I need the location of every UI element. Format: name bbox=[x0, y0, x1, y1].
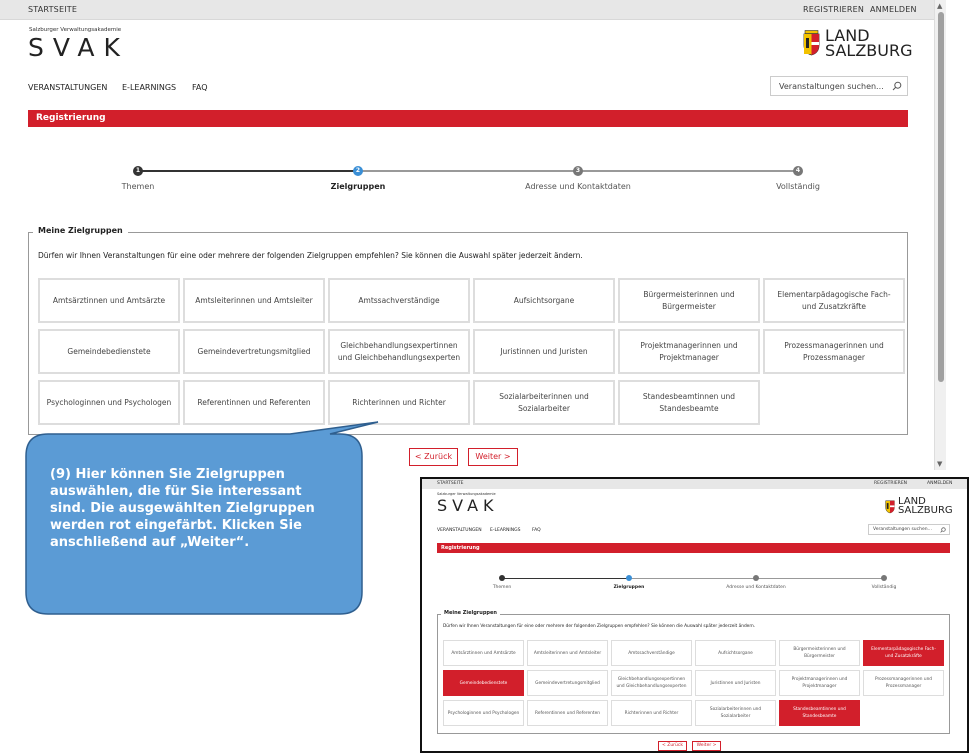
zielgruppe-option[interactable]: Juristinnen und Juristen bbox=[473, 329, 615, 374]
back-button[interactable]: < Zurück bbox=[409, 448, 458, 466]
zielgruppe-option[interactable]: Richterinnen und Richter bbox=[328, 380, 470, 425]
zielgruppe-option[interactable]: Gemeindebedienstete bbox=[38, 329, 180, 374]
inset-zielgruppe-option: Amtsleiterinnen und Amtsleiter bbox=[527, 640, 608, 666]
zielgruppe-option[interactable]: Amtsärztinnen und Amtsärzte bbox=[38, 278, 180, 323]
scroll-down-icon[interactable]: ▼ bbox=[937, 460, 942, 468]
inset-back-button: < Zurück bbox=[658, 741, 687, 751]
inset-zielgruppe-option: Gemeindebedienstete bbox=[443, 670, 524, 696]
search-icon[interactable] bbox=[892, 81, 902, 91]
inset-svak-logo: SVAK bbox=[437, 496, 499, 515]
inset-zielgruppe-option: Standesbeamtinnen und Standesbeamte bbox=[779, 700, 860, 726]
inset-zielgruppe-option: Gemeindevertretungsmitglied bbox=[527, 670, 608, 696]
scroll-up-icon[interactable]: ▲ bbox=[937, 2, 942, 10]
zielgruppe-option[interactable]: Amtssachverständige bbox=[328, 278, 470, 323]
register-link[interactable]: REGISTRIEREN bbox=[803, 5, 864, 14]
zielgruppe-option[interactable]: Referentinnen und Referenten bbox=[183, 380, 325, 425]
inset-zielgruppe-option: Psychologinnen und Psychologen bbox=[443, 700, 524, 726]
inset-step-1-dot bbox=[499, 575, 505, 581]
section-header: Registrierung bbox=[28, 110, 908, 127]
step-1-label: Themen bbox=[121, 182, 155, 191]
step-4-label: Vollständig bbox=[776, 182, 820, 191]
zielgruppe-option[interactable]: Prozessmanagerinnen und Prozessmanager bbox=[763, 329, 905, 374]
inset-crest-icon bbox=[885, 500, 895, 514]
inset-zielgruppe-option: Juristinnen und Juristen bbox=[695, 670, 776, 696]
inset-zielgruppe-option: Prozessmanagerinnen und Prozessmanager bbox=[863, 670, 944, 696]
search-placeholder: Veranstaltungen suchen... bbox=[779, 82, 884, 91]
nav-faq[interactable]: FAQ bbox=[192, 83, 208, 92]
zielgruppe-option[interactable]: Bürgermeisterinnen und Bürgermeister bbox=[618, 278, 760, 323]
inset-step-2-dot bbox=[626, 575, 632, 581]
section-title: Registrierung bbox=[36, 113, 106, 123]
zielgruppe-option[interactable]: Projektmanagerinnen und Projektmanager bbox=[618, 329, 760, 374]
inset-zielgruppe-option: Sozialarbeiterinnen und Sozialarbeiter bbox=[695, 700, 776, 726]
svak-logo[interactable]: SVAK bbox=[28, 33, 129, 62]
inset-step-4-dot bbox=[881, 575, 887, 581]
startseite-link[interactable]: STARTSEITE bbox=[28, 5, 77, 14]
search-input[interactable]: Veranstaltungen suchen... bbox=[770, 76, 908, 96]
fieldset-intro: Dürfen wir Ihnen Veranstaltungen für ein… bbox=[38, 251, 583, 260]
zielgruppe-option[interactable]: Amtsleiterinnen und Amtsleiter bbox=[183, 278, 325, 323]
inset-zielgruppe-option: Referentinnen und Referenten bbox=[527, 700, 608, 726]
inset-zielgruppe-option: Amtsärztinnen und Amtsärzte bbox=[443, 640, 524, 666]
inset-next-button: Weiter > bbox=[692, 741, 721, 751]
next-button[interactable]: Weiter > bbox=[468, 448, 518, 466]
inset-zielgruppe-option: Amtssachverständige bbox=[611, 640, 692, 666]
step-2-label: Zielgruppen bbox=[330, 182, 386, 191]
inset-zielgruppe-option: Bürgermeisterinnen und Bürgermeister bbox=[779, 640, 860, 666]
inset-zielgruppe-option: Aufsichtsorgane bbox=[695, 640, 776, 666]
zielgruppe-option[interactable]: Elementarpädagogische Fach- und Zusatzkr… bbox=[763, 278, 905, 323]
inset-zielgruppe-option: Projektmanagerinnen und Projektmanager bbox=[779, 670, 860, 696]
step-3-label: Adresse und Kontaktdaten bbox=[525, 182, 631, 191]
login-link[interactable]: ANMELDEN bbox=[870, 5, 917, 14]
registration-page: STARTSEITE REGISTRIEREN ANMELDEN ▲ ▼ Sal… bbox=[0, 0, 970, 470]
zielgruppe-option[interactable]: Standesbeamtinnen und Standesbeamte bbox=[618, 380, 760, 425]
scrollbar-thumb[interactable] bbox=[938, 12, 944, 382]
step-4-dot: 4 bbox=[793, 166, 803, 176]
inset-search-icon bbox=[940, 527, 946, 533]
inset-top-bar: STARTSEITE REGISTRIEREN ANMELDEN bbox=[422, 479, 967, 489]
zielgruppe-option[interactable]: Gemeindevertretungsmitglied bbox=[183, 329, 325, 374]
step-3-dot: 3 bbox=[573, 166, 583, 176]
zielgruppe-option[interactable]: Psychologinnen und Psychologen bbox=[38, 380, 180, 425]
inset-step-3-dot bbox=[753, 575, 759, 581]
callout-text: (9) Hier können Sie Zielgruppen auswähle… bbox=[50, 467, 315, 550]
inset-zielgruppe-option: Gleichbehandlungsexpertinnen und Gleichb… bbox=[611, 670, 692, 696]
land-salzburg-crest-icon bbox=[803, 30, 820, 56]
land-salzburg-logo[interactable]: LAND SALZBURG bbox=[825, 28, 912, 59]
selected-state-inset: STARTSEITE REGISTRIEREN ANMELDEN Salzbur… bbox=[420, 477, 969, 753]
nav-veranstaltungen[interactable]: VERANSTALTUNGEN bbox=[28, 83, 107, 92]
top-bar: STARTSEITE REGISTRIEREN ANMELDEN bbox=[0, 0, 934, 20]
zielgruppe-option[interactable]: Aufsichtsorgane bbox=[473, 278, 615, 323]
step-2-dot: 2 bbox=[353, 166, 363, 176]
nav-e-learnings[interactable]: E-LEARNINGS bbox=[122, 83, 176, 92]
zielgruppe-option[interactable]: Sozialarbeiterinnen und Sozialarbeiter bbox=[473, 380, 615, 425]
step-line-done bbox=[138, 170, 358, 172]
inset-zielgruppe-option: Elementarpädagogische Fach- und Zusatzkr… bbox=[863, 640, 944, 666]
step-1-dot: 1 bbox=[133, 166, 143, 176]
fieldset-legend: Meine Zielgruppen bbox=[33, 226, 128, 235]
inset-zielgruppe-option: Richterinnen und Richter bbox=[611, 700, 692, 726]
zielgruppe-option[interactable]: Gleichbehandlungsexpertinnen und Gleichb… bbox=[328, 329, 470, 374]
vertical-scrollbar[interactable]: ▲ ▼ bbox=[934, 0, 946, 470]
